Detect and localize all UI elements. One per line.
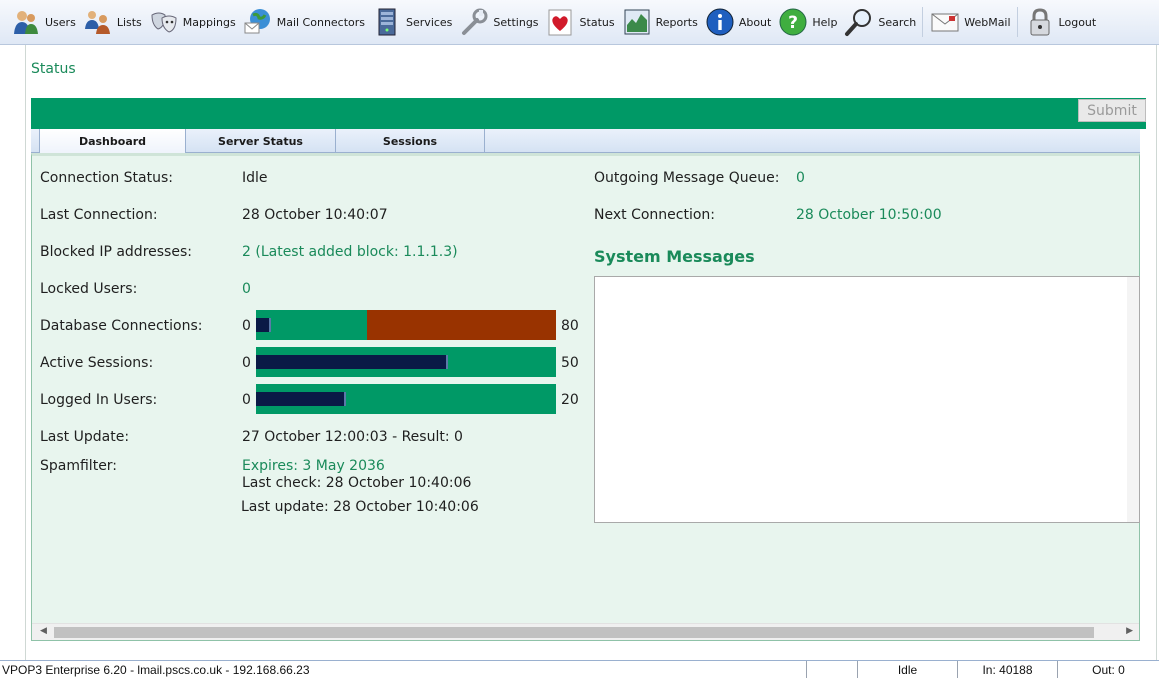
- toolbar-label: Logout: [1058, 15, 1097, 29]
- active-sessions-min: 0: [242, 355, 251, 371]
- toolbar-search[interactable]: Search: [843, 2, 922, 42]
- horizontal-scrollbar[interactable]: ◀ ▶: [32, 623, 1139, 640]
- toolbar-label: About: [738, 15, 772, 29]
- server-icon: [371, 6, 403, 38]
- chart-icon: [621, 6, 653, 38]
- logged-in-users-min: 0: [242, 392, 251, 408]
- toolbar-label: Settings: [493, 15, 539, 29]
- tab-sessions[interactable]: Sessions: [336, 129, 485, 153]
- blocked-ip-link[interactable]: 2 (Latest added block: 1.1.1.3): [242, 244, 458, 260]
- status-bar-empty-cell: [806, 661, 857, 678]
- page-title: Status: [31, 61, 76, 77]
- main-toolbar: Users Lists Mappings Mail Connectors Ser…: [0, 0, 1159, 45]
- spamfilter-label: Spamfilter:: [40, 458, 118, 474]
- connection-status-label: Connection Status:: [40, 170, 173, 186]
- toolbar-help[interactable]: ? Help: [777, 2, 843, 42]
- active-sessions-label: Active Sessions:: [40, 355, 154, 371]
- logged-in-users-label: Logged In Users:: [40, 392, 158, 408]
- next-connection-label: Next Connection:: [594, 207, 715, 223]
- toolbar-separator: [922, 7, 924, 37]
- toolbar-logout[interactable]: Logout: [1024, 2, 1103, 42]
- tab-strip: Dashboard Server Status Sessions: [31, 129, 1140, 154]
- toolbar-label: Mappings: [182, 15, 236, 29]
- db-connections-label: Database Connections:: [40, 318, 203, 334]
- logged-in-users-max: 20: [561, 392, 579, 408]
- toolbar-label: Mail Connectors: [276, 15, 366, 29]
- outgoing-queue-link[interactable]: 0: [796, 170, 805, 186]
- svg-text:?: ?: [788, 13, 798, 33]
- toolbar-status[interactable]: Status: [545, 2, 621, 42]
- toolbar-users[interactable]: Users: [10, 2, 82, 42]
- status-bar-out: Out: 0: [1057, 661, 1159, 678]
- padlock-icon: [1024, 6, 1056, 38]
- toolbar-mail-connectors[interactable]: Mail Connectors: [242, 2, 371, 42]
- logged-in-users-bar: [256, 384, 556, 414]
- locked-users-label: Locked Users:: [40, 281, 138, 297]
- scroll-left-icon[interactable]: ◀: [40, 626, 47, 636]
- toolbar-about[interactable]: About: [704, 2, 778, 42]
- envelope-icon: [929, 6, 961, 38]
- help-icon: ?: [777, 6, 809, 38]
- info-icon: [704, 6, 736, 38]
- toolbar-label: Search: [878, 15, 917, 29]
- db-connections-min: 0: [242, 318, 251, 334]
- active-sessions-max: 50: [561, 355, 579, 371]
- last-update-value: 27 October 12:00:03 - Result: 0: [242, 429, 463, 445]
- toolbar-label: Reports: [655, 15, 698, 29]
- toolbar-label: Users: [45, 15, 76, 29]
- system-messages-title: System Messages: [594, 247, 755, 266]
- blocked-ip-label: Blocked IP addresses:: [40, 244, 192, 260]
- logged-in-users-fill: [256, 392, 346, 406]
- masks-icon: [148, 6, 180, 38]
- toolbar-webmail[interactable]: WebMail: [929, 2, 1016, 42]
- last-update-label: Last Update:: [40, 429, 130, 445]
- last-connection-value: 28 October 10:40:07: [242, 207, 388, 223]
- next-connection-link[interactable]: 28 October 10:50:00: [796, 207, 942, 223]
- active-sessions-fill: [256, 355, 448, 369]
- system-messages-box[interactable]: [594, 276, 1140, 523]
- heart-icon: [545, 6, 577, 38]
- action-bar: [31, 98, 1146, 129]
- magnifier-icon: [843, 6, 875, 38]
- tab-server-status[interactable]: Server Status: [186, 129, 336, 153]
- toolbar-separator: [1016, 7, 1018, 37]
- status-bar-in: In: 40188: [957, 661, 1057, 678]
- db-connections-bar: [256, 310, 556, 340]
- scrollbar-thumb[interactable]: [54, 627, 1094, 638]
- outgoing-queue-label: Outgoing Message Queue:: [594, 170, 780, 186]
- tab-dashboard[interactable]: Dashboard: [39, 129, 186, 154]
- toolbar-services[interactable]: Services: [371, 2, 458, 42]
- toolbar-lists[interactable]: Lists: [82, 2, 148, 42]
- db-connections-max: 80: [561, 318, 579, 334]
- last-connection-label: Last Connection:: [40, 207, 158, 223]
- toolbar-label: WebMail: [964, 15, 1011, 29]
- scroll-right-icon[interactable]: ▶: [1126, 626, 1133, 636]
- status-bar: VPOP3 Enterprise 6.20 - lmail.pscs.co.uk…: [0, 660, 1159, 678]
- toolbar-label: Lists: [116, 15, 142, 29]
- active-sessions-bar: [256, 347, 556, 377]
- toolbar-reports[interactable]: Reports: [621, 2, 704, 42]
- submit-button[interactable]: Submit: [1078, 99, 1146, 122]
- lists-icon: [82, 6, 114, 38]
- db-connections-warning-zone: [367, 310, 556, 340]
- toolbar-label: Services: [406, 15, 453, 29]
- spamfilter-last-check: Last check: 28 October 10:40:06: [242, 475, 472, 491]
- db-connections-fill: [256, 318, 271, 332]
- toolbar-label: Status: [579, 15, 615, 29]
- system-messages-scrollbar[interactable]: [1127, 277, 1139, 522]
- connection-status-value: Idle: [242, 170, 268, 186]
- locked-users-link[interactable]: 0: [242, 281, 251, 297]
- users-icon: [10, 6, 42, 38]
- toolbar-mappings[interactable]: Mappings: [148, 2, 242, 42]
- toolbar-label: Help: [812, 15, 838, 29]
- spamfilter-last-update: Last update: 28 October 10:40:06: [241, 499, 479, 515]
- wrench-icon: [458, 6, 490, 38]
- status-bar-info: VPOP3 Enterprise 6.20 - lmail.pscs.co.uk…: [2, 662, 310, 677]
- globe-mail-icon: [242, 6, 274, 38]
- spamfilter-expires: Expires: 3 May 2036: [242, 458, 385, 474]
- status-bar-state: Idle: [857, 661, 957, 678]
- toolbar-settings[interactable]: Settings: [458, 2, 544, 42]
